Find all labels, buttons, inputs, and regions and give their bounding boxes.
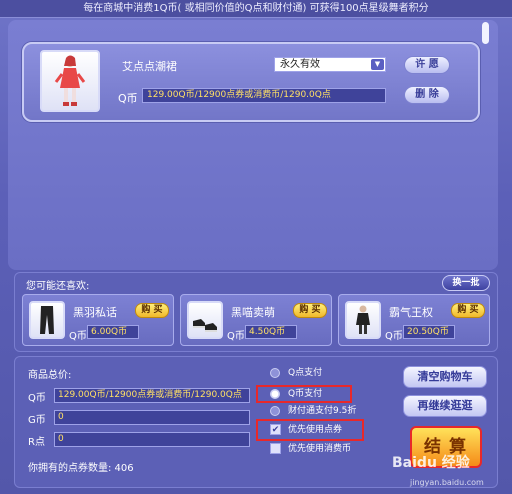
item-thumbnail[interactable] [345,301,381,339]
recommendation-card: 霸气王权 购 买 Q币 20.50Q币 [338,294,490,346]
recommendation-price: 6.00Q币 [87,325,139,339]
recommendation-price: 20.50Q币 [403,325,455,339]
recommendation-card: 黑喵卖萌 购 买 Q币 4.50Q币 [180,294,332,346]
scroll-thumb[interactable] [482,22,489,44]
top-notice: 每在商城中消费1Q币( 或相同价值的Q点和财付通) 可获得100点星级舞者积分 [0,0,512,18]
recommendation-price: 4.50Q币 [245,325,297,339]
currency-label: Q币 [385,331,403,342]
duration-select[interactable]: 永久有效 ▼ [274,57,386,72]
total-g-label: G币 [28,415,46,426]
pay-option-label: 财付通支付9.5折 [288,406,357,416]
item-thumbnail [40,50,100,112]
radio-icon[interactable] [270,389,280,399]
check-label: 优先使用点券 [288,425,343,435]
swap-batch-button[interactable]: 换一批 [442,275,490,291]
check-label: 优先使用消费币 [288,444,352,454]
radio-icon[interactable] [270,368,280,378]
dress-figure-icon [54,55,86,106]
chevron-down-icon[interactable]: ▼ [371,59,384,70]
checkbox-checked-icon[interactable]: ✔ [270,424,281,435]
cart-scrollbar[interactable] [478,20,494,270]
pay-option-label: Q币支付 [288,389,323,399]
buy-button[interactable]: 购 买 [135,303,169,318]
currency-label: Q币 [227,331,245,342]
shoes-icon [193,319,217,332]
item-name: 艾点点潮裙 [122,60,177,73]
delete-button[interactable]: 删 除 [404,86,450,104]
recommendation-name: 霸气王权 [389,306,433,319]
recommendation-name: 黑喵卖萌 [231,306,275,319]
total-r-label: R点 [28,437,45,448]
duration-value: 永久有效 [280,59,320,70]
item-thumbnail[interactable] [29,301,65,339]
continue-shopping-button[interactable]: 再继续逛逛 [403,395,487,417]
pants-icon [40,306,54,334]
cart-item: 艾点点潮裙 永久有效 ▼ Q币 129.00Q币/12900点券或消费币/129… [22,42,480,122]
total-g-field: 0 [54,410,250,425]
owned-coupons: 你拥有的点券数量: 406 [28,463,134,474]
recommendation-title: 您可能还喜欢: [26,281,90,292]
recommendation-card: 黑羽私话 购 买 Q币 6.00Q币 [22,294,174,346]
total-q-field: 129.00Q币/12900点券或消费币/1290.0Q点 [54,388,250,403]
total-r-field: 0 [54,432,250,447]
pay-option-label: Q点支付 [288,368,323,378]
clear-cart-button[interactable]: 清空购物车 [403,366,487,388]
watermark-url: jingyan.baidu.com [410,478,484,487]
radio-icon[interactable] [270,406,280,416]
buy-button[interactable]: 购 买 [451,303,485,318]
checkbox-icon[interactable] [270,443,281,454]
outfit-figure-icon [356,305,370,334]
price-currency-label: Q币 [118,92,138,105]
item-thumbnail[interactable] [187,301,223,339]
total-title: 商品总价: [28,370,72,381]
recommendation-name: 黑羽私话 [73,306,117,319]
currency-label: Q币 [69,331,87,342]
total-q-label: Q币 [28,393,46,404]
watermark-logo: Baidu 经验 [392,455,470,471]
buy-button[interactable]: 购 买 [293,303,327,318]
wish-button[interactable]: 许 愿 [404,56,450,74]
item-price-field: 129.00Q币/12900点券或消费币/1290.0Q点 [142,88,386,103]
cart-list: 艾点点潮裙 永久有效 ▼ Q币 129.00Q币/12900点券或消费币/129… [8,20,498,270]
